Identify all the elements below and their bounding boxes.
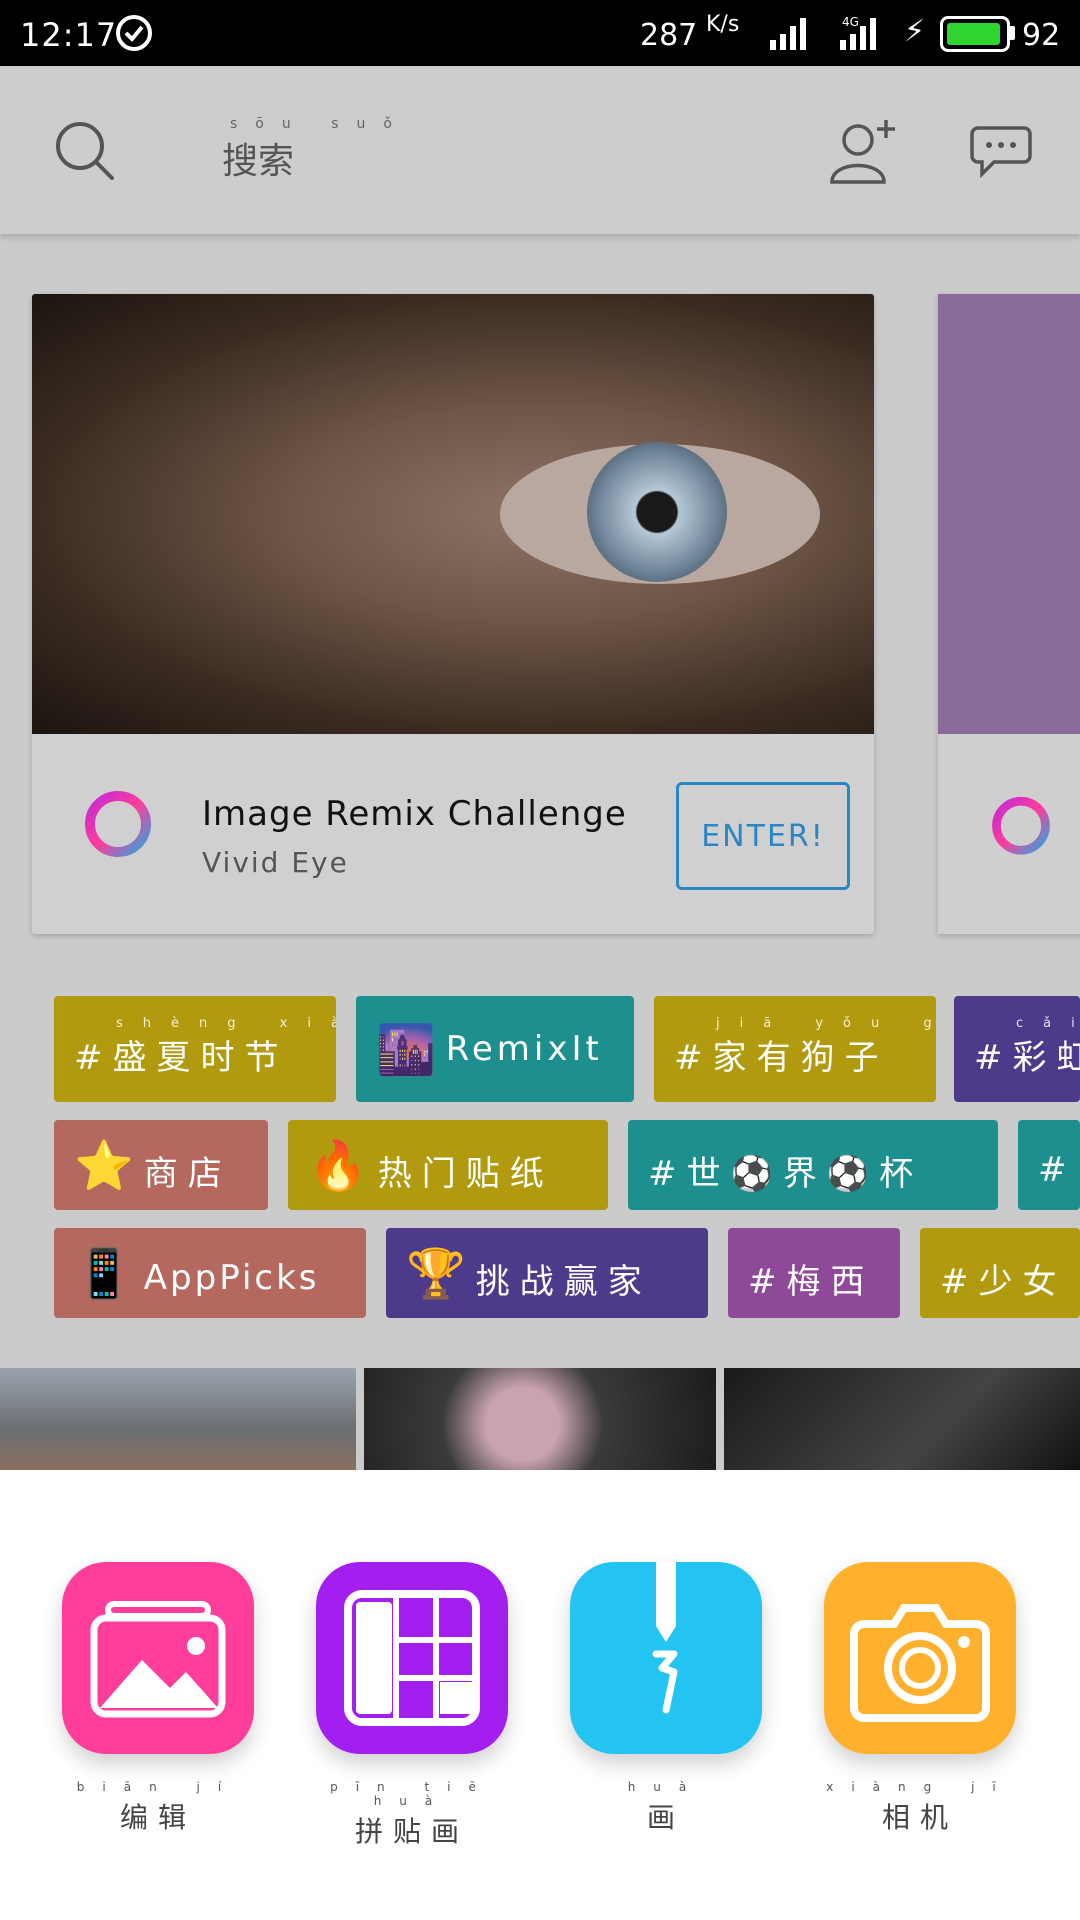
star-icon: ⭐ <box>74 1137 134 1194</box>
tag-6[interactable]: #世⚽界⚽杯 <box>628 1120 998 1210</box>
battery-level <box>947 23 1000 45</box>
challenge-image <box>32 294 874 734</box>
search-label: 搜索 <box>222 141 295 182</box>
net-speed-unit: K/s <box>706 12 740 37</box>
tag-5[interactable]: 🔥 热门贴纸 <box>288 1120 608 1210</box>
create-sheet: biān jí 编辑 pīn tiē huà 拼贴画 huà 画 xiàng j… <box>0 1470 1080 1920</box>
add-user-icon[interactable] <box>828 116 900 186</box>
trophy-icon: 🏆 <box>406 1245 466 1302</box>
brush-icon <box>652 1562 678 1714</box>
edit-tile[interactable] <box>62 1562 254 1754</box>
status-time: 12:17 <box>20 16 118 54</box>
challenge-subtitle: Vivid Eye <box>202 846 349 879</box>
net-speed: 287 <box>640 18 698 53</box>
collage-grid-icon <box>344 1590 480 1726</box>
enter-button[interactable]: ENTER! <box>676 782 850 890</box>
draw-action[interactable]: huà 画 <box>570 1562 762 1836</box>
tag-grid: shèng xià shí jié #盛夏时节 🌆 RemixIt jiā yǒ… <box>0 996 1080 1396</box>
photo-city[interactable] <box>0 1368 356 1470</box>
next-challenge-image <box>938 294 1080 734</box>
photo-lotus[interactable] <box>364 1368 716 1470</box>
edit-label: 编辑 <box>119 1801 196 1834</box>
tag-7[interactable]: # <box>1018 1120 1080 1210</box>
fire-icon: 🔥 <box>308 1137 368 1194</box>
chat-icon[interactable] <box>970 122 1032 180</box>
challenge-title: Image Remix Challenge <box>202 794 627 834</box>
photo-strip <box>0 1368 1080 1470</box>
camera-icon <box>850 1604 990 1722</box>
draw-label: 画 <box>646 1801 685 1834</box>
top-bar: sōu suǒ 搜索 <box>0 66 1080 234</box>
status-bar: 12:17 287 K/s 4G ⚡ 92 <box>0 0 1080 66</box>
edit-action[interactable]: biān jí 编辑 <box>62 1562 254 1836</box>
city-icon: 🌆 <box>376 1021 436 1078</box>
eye-iris <box>587 442 727 582</box>
tag-11[interactable]: #少女 <box>920 1228 1080 1318</box>
camera-label: 相机 <box>881 1801 958 1834</box>
tag-4[interactable]: ⭐ 商店 <box>54 1120 268 1210</box>
search-button[interactable]: sōu suǒ 搜索 <box>222 116 410 184</box>
svg-text:4G: 4G <box>842 16 859 29</box>
phone-icon: 📱 <box>74 1245 134 1302</box>
search-pinyin: sōu suǒ <box>230 116 410 132</box>
tag-0[interactable]: shèng xià shí jié #盛夏时节 <box>54 996 336 1102</box>
tag-10[interactable]: #梅西 <box>728 1228 900 1318</box>
photo-dark[interactable] <box>724 1368 1080 1470</box>
picsart-logo-icon <box>85 791 151 885</box>
battery-nub <box>1010 26 1015 40</box>
tag-9[interactable]: 🏆 挑战赢家 <box>386 1228 708 1318</box>
next-challenge-card[interactable] <box>938 294 1080 934</box>
camera-tile[interactable] <box>824 1562 1016 1754</box>
camera-action[interactable]: xiàng jī 相机 <box>824 1562 1016 1836</box>
signal-icon: 4G <box>770 16 876 50</box>
image-icon <box>90 1601 226 1718</box>
collage-action[interactable]: pīn tiē huà 拼贴画 <box>316 1562 508 1850</box>
collage-tile[interactable] <box>316 1562 508 1754</box>
picsart-logo-icon <box>992 796 1050 880</box>
draw-tile[interactable] <box>570 1562 762 1754</box>
tag-1[interactable]: 🌆 RemixIt <box>356 996 634 1102</box>
battery-percent: 92 <box>1022 18 1061 53</box>
search-icon[interactable] <box>52 118 116 182</box>
collage-label: 拼贴画 <box>354 1815 469 1848</box>
battery-icon <box>940 16 1010 52</box>
tag-3[interactable]: cǎi hó #彩虹 <box>954 996 1080 1102</box>
tag-8[interactable]: 📱 AppPicks <box>54 1228 366 1318</box>
check-circle-icon <box>116 15 152 51</box>
feed: sōu suǒ 搜索 Image Remix Challenge Vivid E… <box>0 66 1080 1470</box>
tag-2[interactable]: jiā yǒu gǒu zǐ #家有狗子 <box>654 996 936 1102</box>
challenge-card[interactable]: Image Remix Challenge Vivid Eye ENTER! <box>32 294 874 934</box>
charging-icon: ⚡ <box>904 14 926 49</box>
